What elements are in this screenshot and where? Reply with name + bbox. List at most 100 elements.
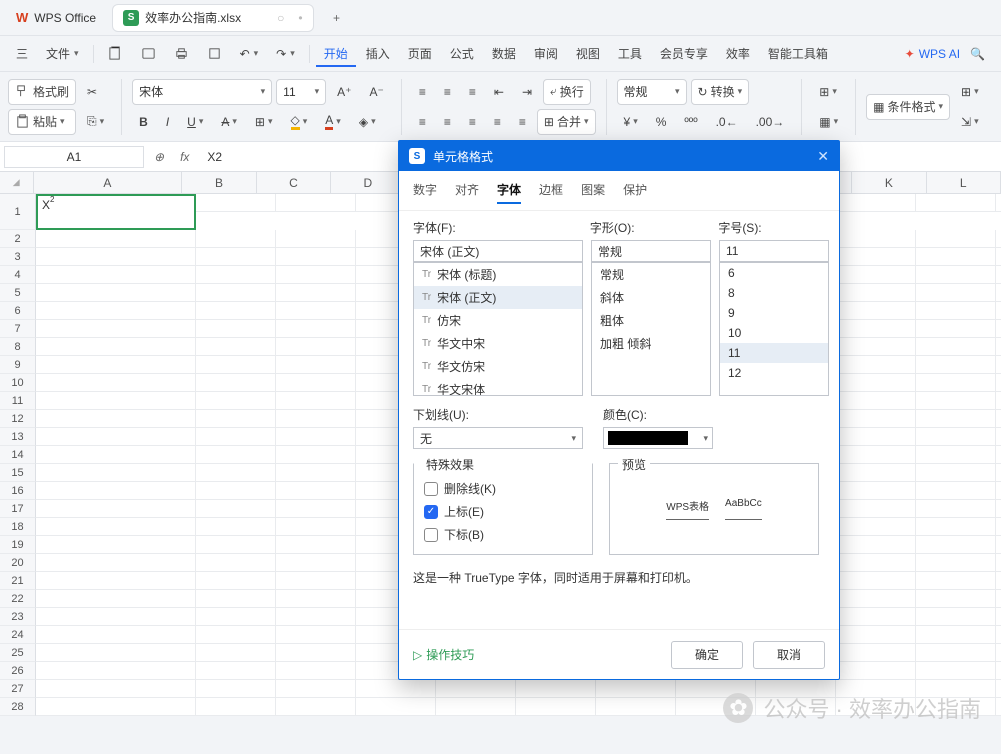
- cell[interactable]: [996, 518, 1001, 536]
- row-header-18[interactable]: 18: [0, 518, 36, 536]
- style-item-1[interactable]: 斜体: [592, 286, 710, 309]
- cell[interactable]: [276, 680, 356, 698]
- cell[interactable]: [996, 464, 1001, 482]
- cell[interactable]: [276, 266, 356, 284]
- cell[interactable]: [196, 446, 276, 464]
- cell[interactable]: [916, 464, 996, 482]
- font-input[interactable]: 宋体 (正文): [413, 240, 583, 262]
- cell[interactable]: [196, 392, 276, 410]
- cell[interactable]: [196, 248, 276, 266]
- align-right-button[interactable]: ≡: [462, 109, 483, 135]
- new-tab-button[interactable]: +: [326, 7, 348, 29]
- cell[interactable]: [196, 284, 276, 302]
- cell[interactable]: [36, 410, 196, 428]
- tips-link[interactable]: ▷操作技巧: [413, 646, 474, 663]
- col-header-c[interactable]: C: [257, 172, 331, 194]
- cell[interactable]: [916, 248, 996, 266]
- close-button[interactable]: ✕: [817, 148, 829, 165]
- cell[interactable]: [196, 662, 276, 680]
- cell[interactable]: [36, 230, 196, 248]
- size-item-4[interactable]: 11: [720, 343, 828, 363]
- select-all-corner[interactable]: ◢: [0, 172, 34, 194]
- cell[interactable]: [916, 230, 996, 248]
- indent-decrease-button[interactable]: ⇤: [487, 79, 511, 105]
- bold-button[interactable]: B: [132, 109, 155, 135]
- cell[interactable]: [996, 554, 1001, 572]
- fill-color-button[interactable]: ◇▾: [284, 109, 315, 135]
- cell[interactable]: [36, 698, 196, 716]
- cell[interactable]: [996, 374, 1001, 392]
- cell[interactable]: [836, 482, 916, 500]
- cell[interactable]: [996, 698, 1001, 716]
- cell[interactable]: [196, 230, 276, 248]
- underline-button[interactable]: U▾: [180, 109, 210, 135]
- hamburger-menu-button[interactable]: 三: [8, 40, 36, 67]
- row-header-28[interactable]: 28: [0, 698, 36, 716]
- justify-button[interactable]: ≡: [487, 109, 508, 135]
- cell[interactable]: [996, 608, 1001, 626]
- cell[interactable]: [436, 698, 516, 716]
- row-header-6[interactable]: 6: [0, 302, 36, 320]
- cell[interactable]: [36, 356, 196, 374]
- cell[interactable]: [36, 248, 196, 266]
- align-center-button[interactable]: ≡: [437, 109, 458, 135]
- cell[interactable]: [996, 644, 1001, 662]
- tab-tools[interactable]: 工具: [610, 40, 650, 67]
- font-color-button[interactable]: A▾: [318, 109, 348, 135]
- cell[interactable]: [276, 536, 356, 554]
- search-icon[interactable]: 🔍: [962, 42, 993, 66]
- cell[interactable]: [196, 356, 276, 374]
- cut-button[interactable]: ✂: [80, 79, 111, 105]
- font-name-select[interactable]: 宋体▾: [132, 79, 272, 105]
- cell[interactable]: [36, 338, 196, 356]
- cell[interactable]: [836, 446, 916, 464]
- row-header-20[interactable]: 20: [0, 554, 36, 572]
- cell[interactable]: [996, 248, 1001, 266]
- paste-button[interactable]: 粘贴▾: [8, 109, 76, 135]
- cell[interactable]: [836, 356, 916, 374]
- row-header-26[interactable]: 26: [0, 662, 36, 680]
- row-header-5[interactable]: 5: [0, 284, 36, 302]
- col-header-l[interactable]: L: [927, 172, 1001, 194]
- font-item-5[interactable]: Tr华文宋体: [414, 378, 582, 396]
- redo-button[interactable]: ↷ ▾: [268, 42, 303, 66]
- cell[interactable]: [916, 644, 996, 662]
- cancel-button[interactable]: 取消: [753, 641, 825, 669]
- cell[interactable]: [836, 644, 916, 662]
- cell[interactable]: [996, 320, 1001, 338]
- row-header-11[interactable]: 11: [0, 392, 36, 410]
- row-header-9[interactable]: 9: [0, 356, 36, 374]
- cell[interactable]: [916, 554, 996, 572]
- size-item-0[interactable]: 6: [720, 263, 828, 283]
- cell[interactable]: [276, 374, 356, 392]
- cell[interactable]: [36, 680, 196, 698]
- percent-button[interactable]: %: [649, 109, 674, 135]
- cell[interactable]: [836, 662, 916, 680]
- cell[interactable]: [276, 446, 356, 464]
- row-header-7[interactable]: 7: [0, 320, 36, 338]
- size-listbox[interactable]: 6 8 9 10 11 12: [719, 262, 829, 396]
- toolbar-icon-2[interactable]: [133, 41, 164, 66]
- cell[interactable]: [356, 698, 436, 716]
- cell[interactable]: [36, 626, 196, 644]
- cell[interactable]: [916, 428, 996, 446]
- cell[interactable]: [196, 194, 276, 212]
- cell[interactable]: [596, 680, 676, 698]
- cell[interactable]: [916, 356, 996, 374]
- cell[interactable]: [916, 572, 996, 590]
- cell[interactable]: [36, 266, 196, 284]
- cell[interactable]: [36, 482, 196, 500]
- style-listbox[interactable]: 常规 斜体 粗体 加粗 倾斜: [591, 262, 711, 396]
- cell[interactable]: [916, 446, 996, 464]
- cell[interactable]: [276, 590, 356, 608]
- tab-align[interactable]: 对齐: [455, 181, 479, 204]
- fx-icon[interactable]: fx: [174, 150, 195, 164]
- row-header-17[interactable]: 17: [0, 500, 36, 518]
- cell[interactable]: [916, 518, 996, 536]
- currency-button[interactable]: ¥▾: [617, 109, 645, 135]
- color-select[interactable]: ▾: [603, 427, 713, 449]
- cell[interactable]: [916, 392, 996, 410]
- row-header-25[interactable]: 25: [0, 644, 36, 662]
- cell[interactable]: [916, 608, 996, 626]
- name-box[interactable]: A1: [4, 146, 144, 168]
